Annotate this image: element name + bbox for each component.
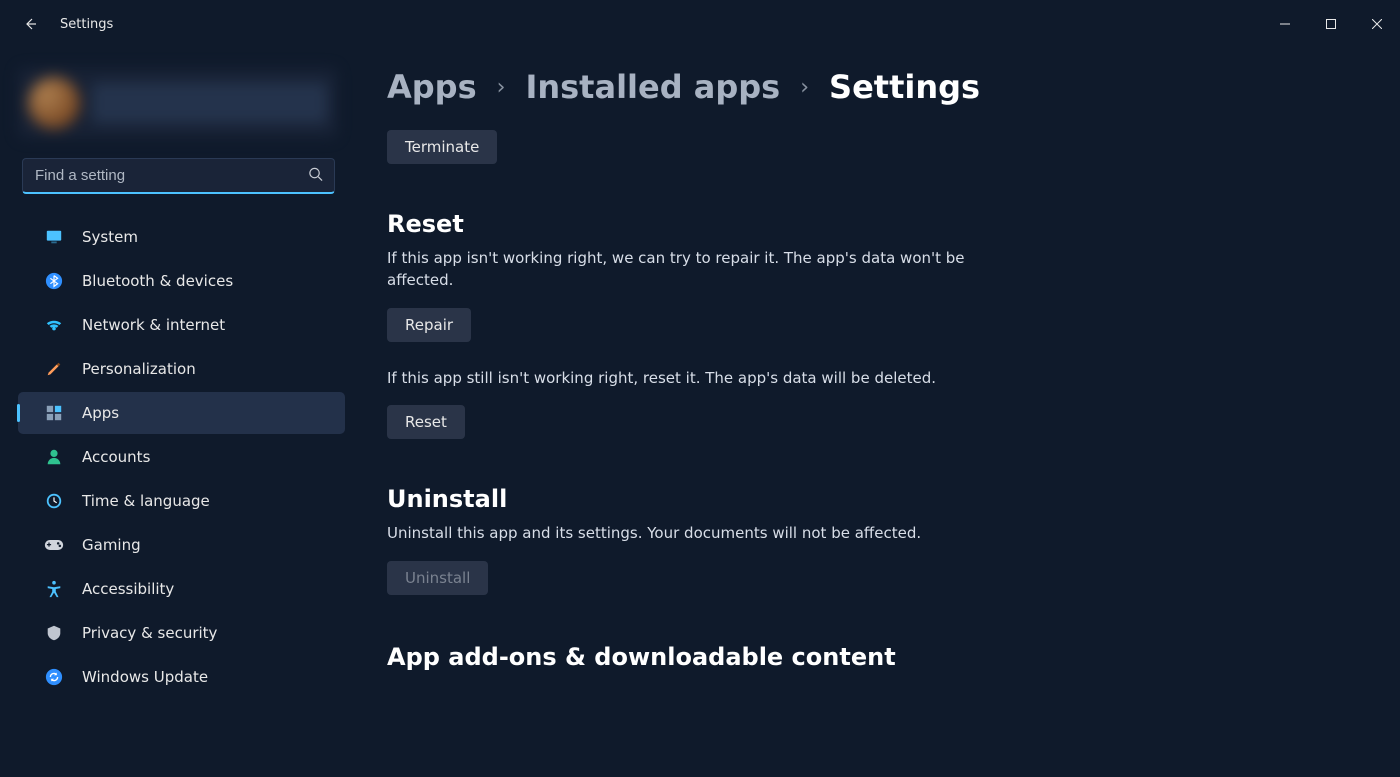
reset-heading: Reset	[387, 210, 1027, 238]
sidebar-item-label: Windows Update	[82, 668, 208, 686]
window-title: Settings	[60, 17, 113, 32]
accessibility-icon	[44, 579, 64, 599]
sidebar-item-label: System	[82, 228, 138, 246]
section-uninstall: Uninstall Uninstall this app and its set…	[387, 485, 1027, 595]
minimize-icon	[1280, 19, 1290, 29]
search-wrap	[22, 158, 335, 194]
paintbrush-icon	[44, 359, 64, 379]
addons-heading: App add-ons & downloadable content	[387, 643, 1360, 671]
wifi-icon	[44, 315, 64, 335]
titlebar-left: Settings	[20, 14, 113, 34]
shield-icon	[44, 623, 64, 643]
sidebar-item-personalization[interactable]: Personalization	[18, 348, 345, 390]
sidebar-item-accessibility[interactable]: Accessibility	[18, 568, 345, 610]
uninstall-heading: Uninstall	[387, 485, 1027, 513]
back-button[interactable]	[20, 14, 40, 34]
sidebar-item-apps[interactable]: Apps	[18, 392, 345, 434]
uninstall-button[interactable]: Uninstall	[387, 561, 488, 595]
maximize-button[interactable]	[1308, 8, 1354, 40]
minimize-button[interactable]	[1262, 8, 1308, 40]
titlebar: Settings	[0, 0, 1400, 48]
bluetooth-icon	[44, 271, 64, 291]
repair-description: If this app isn't working right, we can …	[387, 248, 1027, 292]
breadcrumb-installed-apps[interactable]: Installed apps	[525, 68, 780, 106]
sidebar-item-label: Gaming	[82, 536, 141, 554]
terminate-button[interactable]: Terminate	[387, 130, 497, 164]
section-reset: Reset If this app isn't working right, w…	[387, 210, 1027, 439]
sidebar-item-time[interactable]: Time & language	[18, 480, 345, 522]
sidebar-item-label: Network & internet	[82, 316, 225, 334]
sidebar-item-gaming[interactable]: Gaming	[18, 524, 345, 566]
window-controls	[1262, 8, 1400, 40]
uninstall-description: Uninstall this app and its settings. You…	[387, 523, 1027, 545]
clock-icon	[44, 491, 64, 511]
reset-description: If this app still isn't working right, r…	[387, 368, 1027, 390]
chevron-right-icon: ›	[800, 75, 809, 100]
update-icon	[44, 667, 64, 687]
breadcrumb-apps[interactable]: Apps	[387, 68, 477, 106]
reset-button[interactable]: Reset	[387, 405, 465, 439]
nav-list: System Bluetooth & devices Network & inter…	[0, 214, 355, 700]
chevron-right-icon: ›	[497, 75, 506, 100]
breadcrumb-current: Settings	[829, 68, 980, 106]
sidebar-item-label: Apps	[82, 404, 119, 422]
sidebar-item-update[interactable]: Windows Update	[18, 656, 345, 698]
repair-button[interactable]: Repair	[387, 308, 471, 342]
sidebar-item-label: Bluetooth & devices	[82, 272, 233, 290]
monitor-icon	[44, 227, 64, 247]
apps-icon	[44, 403, 64, 423]
profile-card[interactable]	[18, 68, 337, 138]
sidebar-item-accounts[interactable]: Accounts	[18, 436, 345, 478]
sidebar: System Bluetooth & devices Network & inter…	[0, 48, 355, 777]
sidebar-item-label: Personalization	[82, 360, 196, 378]
search-input[interactable]	[22, 158, 335, 194]
maximize-icon	[1326, 19, 1336, 29]
gamepad-icon	[44, 535, 64, 555]
sidebar-item-label: Privacy & security	[82, 624, 217, 642]
sidebar-item-system[interactable]: System	[18, 216, 345, 258]
sidebar-item-network[interactable]: Network & internet	[18, 304, 345, 346]
avatar	[28, 77, 80, 129]
breadcrumb: Apps › Installed apps › Settings	[387, 68, 1360, 106]
arrow-left-icon	[22, 16, 38, 32]
sidebar-item-label: Accounts	[82, 448, 150, 466]
sidebar-item-bluetooth[interactable]: Bluetooth & devices	[18, 260, 345, 302]
close-button[interactable]	[1354, 8, 1400, 40]
sidebar-item-privacy[interactable]: Privacy & security	[18, 612, 345, 654]
main-content: Apps › Installed apps › Settings Termina…	[355, 48, 1400, 777]
profile-text-blurred	[92, 83, 327, 123]
close-icon	[1372, 19, 1382, 29]
sidebar-item-label: Time & language	[82, 492, 210, 510]
person-icon	[44, 447, 64, 467]
sidebar-item-label: Accessibility	[82, 580, 174, 598]
